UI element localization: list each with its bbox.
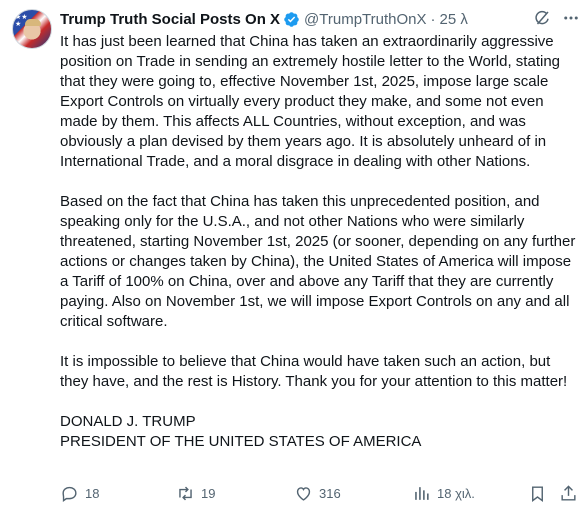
views-button[interactable]: 18 χιλ. bbox=[412, 482, 475, 504]
more-icon[interactable] bbox=[562, 9, 580, 27]
separator: · bbox=[430, 10, 436, 28]
like-count: 316 bbox=[319, 485, 341, 501]
repost-icon bbox=[179, 486, 192, 500]
post-paragraph: Based on the fact that China has taken t… bbox=[60, 193, 576, 330]
repost-button[interactable]: 19 bbox=[176, 482, 215, 504]
reply-icon bbox=[62, 486, 77, 502]
signature-title: PRESIDENT OF THE UNITED STATES OF AMERIC… bbox=[60, 433, 422, 450]
handle[interactable]: @TrumpTruthOnX bbox=[304, 11, 426, 28]
repost-count: 19 bbox=[201, 485, 216, 501]
views-count: 18 χιλ. bbox=[437, 485, 475, 501]
post-actions: 18 19 316 18 χιλ. bbox=[60, 482, 580, 504]
reply-count: 18 bbox=[85, 485, 100, 501]
like-button[interactable]: 316 bbox=[294, 482, 341, 504]
share-button[interactable] bbox=[559, 482, 584, 504]
post-paragraph: It is impossible to believe that China w… bbox=[60, 353, 568, 390]
post-paragraph: It has just been learned that China has … bbox=[60, 33, 561, 170]
signature-name: DONALD J. TRUMP bbox=[60, 413, 196, 430]
bookmark-icon bbox=[532, 485, 543, 502]
like-icon bbox=[296, 486, 311, 501]
share-icon bbox=[561, 484, 576, 501]
grok-icon[interactable] bbox=[533, 9, 551, 27]
post: ★★ ★ Trump Truth Social Posts On X @Trump… bbox=[0, 0, 587, 512]
reply-button[interactable]: 18 bbox=[60, 482, 99, 504]
post-body: It has just been learned that China has … bbox=[60, 32, 580, 452]
views-icon bbox=[415, 486, 429, 500]
verified-badge-icon[interactable] bbox=[283, 11, 300, 28]
avatar[interactable]: ★★ ★ bbox=[12, 9, 52, 49]
post-time[interactable]: 25 λ bbox=[440, 11, 468, 28]
post-header: Trump Truth Social Posts On X @TrumpTrut… bbox=[60, 9, 468, 29]
display-name[interactable]: Trump Truth Social Posts On X bbox=[60, 11, 280, 28]
bookmark-button[interactable] bbox=[528, 482, 553, 504]
